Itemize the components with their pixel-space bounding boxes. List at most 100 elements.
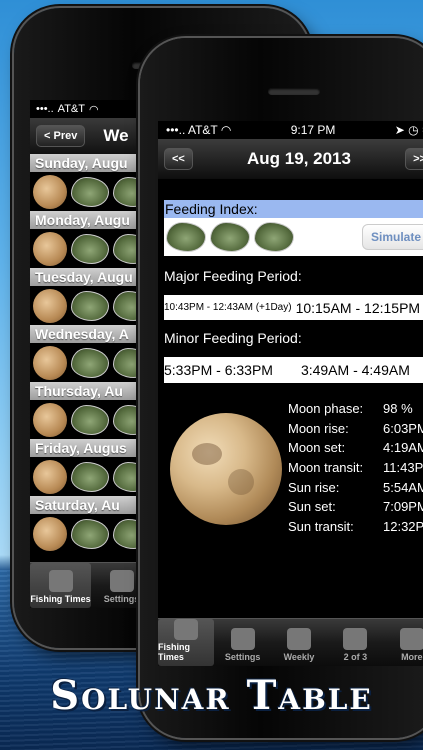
prev-day-button[interactable]: << xyxy=(164,148,193,170)
info-key: Sun rise: xyxy=(288,479,340,495)
signal-icon: •••.. xyxy=(166,123,188,137)
day-list: Sunday, Augu Monday, Augu Tuesday, Augu Wed… xyxy=(30,154,152,553)
info-key: Sun set: xyxy=(288,499,336,515)
date-nav-bar: << Aug 19, 2013 >> xyxy=(158,139,423,179)
main-content: Feeding Index: Simulate Major Feeding Pe… xyxy=(158,200,423,541)
tab-settings[interactable]: Settings xyxy=(214,619,270,666)
compass-icon xyxy=(287,628,312,650)
info-value: 12:32PM xyxy=(383,519,423,535)
tab-label: Weekly xyxy=(283,652,315,662)
tab-weekly[interactable]: Weekly xyxy=(271,619,327,666)
moon-phase-icon xyxy=(33,516,67,551)
major-period-secondary: 10:43PM - 12:43AM (+1Day) xyxy=(164,302,292,313)
info-key: Moon phase: xyxy=(288,401,364,416)
minor-period-2: 3:49AM - 4:49AM xyxy=(300,362,410,378)
front-speaker xyxy=(268,88,320,95)
day-heading: Thursday, Au xyxy=(30,382,152,400)
app-banner-title: Solunar Table xyxy=(50,672,373,719)
tab-bar: Fishing Times Settings Weekly 2 of 3 More xyxy=(158,618,423,666)
day-body xyxy=(30,400,152,439)
carrier-label: AT&T xyxy=(57,103,85,115)
day-heading: Wednesday, A xyxy=(30,325,152,343)
status-bar: •••.. AT&T ◠ 9:17 PM ➤ ◷ ✱ xyxy=(158,121,423,139)
moon-phase-icon xyxy=(33,345,67,380)
day-row[interactable]: Sunday, Augu xyxy=(30,154,152,211)
back-nav-bar: < Prev We xyxy=(30,118,152,154)
back-screen: •••.. AT&T ◠ < Prev We Sunday, Augu Monda… xyxy=(30,100,152,608)
tab-2-of-3[interactable]: 2 of 3 xyxy=(327,619,383,666)
day-body xyxy=(30,514,152,553)
back-status-bar: •••.. AT&T ◠ xyxy=(30,100,152,118)
moon-phase-icon xyxy=(33,231,67,266)
fish-icon xyxy=(174,619,199,640)
day-heading: Tuesday, Augu xyxy=(30,268,152,286)
minor-feeding-row: 5:33PM - 6:33PM 3:49AM - 4:49AM xyxy=(164,357,423,383)
day-row[interactable]: Monday, Augu xyxy=(30,211,152,268)
moon-info-row: Moon transit: 11:43PM xyxy=(288,460,423,480)
fish-icon xyxy=(71,233,109,264)
major-feeding-label: Major Feeding Period: xyxy=(164,268,302,284)
fish-icon xyxy=(210,222,250,252)
info-key: Moon set: xyxy=(288,440,346,456)
fish-icon xyxy=(71,347,109,378)
day-body xyxy=(30,229,152,268)
day-row[interactable]: Tuesday, Augu xyxy=(30,268,152,325)
tab-label: 2 of 3 xyxy=(343,652,368,662)
fish-icon xyxy=(71,518,109,549)
day-row[interactable]: Wednesday, A xyxy=(30,325,152,382)
day-body xyxy=(30,343,152,382)
moon-info-row: Sun set: 7:09PM xyxy=(288,499,423,519)
tab-fishing-times[interactable]: Fishing Times xyxy=(30,563,91,608)
front-phone: •••.. AT&T ◠ 9:17 PM ➤ ◷ ✱ << Aug 19, 20… xyxy=(140,38,423,738)
fish-icon xyxy=(71,290,109,321)
signal-icon: •••.. xyxy=(36,103,54,115)
fish-icon xyxy=(166,222,206,252)
front-screen: •••.. AT&T ◠ 9:17 PM ➤ ◷ ✱ << Aug 19, 20… xyxy=(158,121,423,666)
fish-icon xyxy=(71,404,109,435)
date-title: Aug 19, 2013 xyxy=(247,149,351,168)
moon-info-row: Sun transit: 12:32PM xyxy=(288,519,423,539)
tab-label: Fishing Times xyxy=(158,642,190,662)
fish-icon xyxy=(254,222,294,252)
calendar-icon xyxy=(230,628,255,650)
day-row[interactable]: Friday, Augus xyxy=(30,439,152,496)
day-body xyxy=(30,172,152,211)
fish-icon xyxy=(48,570,73,592)
info-value: 6:03PM xyxy=(383,420,423,436)
day-body xyxy=(30,286,152,325)
nav-title: We xyxy=(103,126,129,145)
tab-more[interactable]: More xyxy=(384,619,423,666)
more-dots-icon xyxy=(399,628,423,650)
calendar-icon xyxy=(109,570,134,592)
day-row[interactable]: Thursday, Au xyxy=(30,382,152,439)
tab-label: More xyxy=(401,652,423,662)
info-key: Moon rise: xyxy=(288,420,349,436)
wifi-icon: ◠ xyxy=(88,103,99,116)
moon-block: Moon phase: 98 % Moon rise: 6:03PM Moon set:… xyxy=(164,401,423,541)
day-row[interactable]: Saturday, Au xyxy=(30,496,152,553)
moon-info-row: Sun rise: 5:54AM xyxy=(288,480,423,500)
info-key: Moon transit: xyxy=(288,460,364,476)
moon-info-row: Moon set: 4:19AM xyxy=(288,440,423,460)
feeding-index-label: Feeding Index: xyxy=(164,200,423,218)
moon-info-row: Moon rise: 6:03PM xyxy=(288,421,423,441)
info-key: Sun transit: xyxy=(288,519,354,535)
info-value: 98 % xyxy=(383,401,413,416)
day-heading: Saturday, Au xyxy=(30,496,152,514)
next-day-button[interactable]: >> xyxy=(405,148,423,170)
simulate-button[interactable]: Simulate xyxy=(362,224,423,250)
tab-fishing-times[interactable]: Fishing Times xyxy=(158,619,215,666)
fish-icon xyxy=(71,461,109,492)
day-heading: Friday, Augus xyxy=(30,439,152,457)
back-tab-bar: Fishing Times Settings xyxy=(30,562,152,608)
prev-button[interactable]: < Prev xyxy=(36,125,86,147)
info-value: 11:43PM xyxy=(383,460,423,476)
info-value: 4:19AM xyxy=(383,440,423,456)
minor-period-1: 5:33PM - 6:33PM xyxy=(164,362,273,378)
status-time: 9:17 PM xyxy=(290,123,336,137)
major-period-primary: 10:15AM - 12:15PM xyxy=(295,299,421,316)
day-body xyxy=(30,457,152,496)
moon-info-list: Moon phase: 98 % Moon rise: 6:03PM Moon set:… xyxy=(288,401,423,539)
status-icons: ➤ ◷ ✱ xyxy=(394,123,423,137)
minor-feeding-label: Minor Feeding Period: xyxy=(164,330,302,346)
